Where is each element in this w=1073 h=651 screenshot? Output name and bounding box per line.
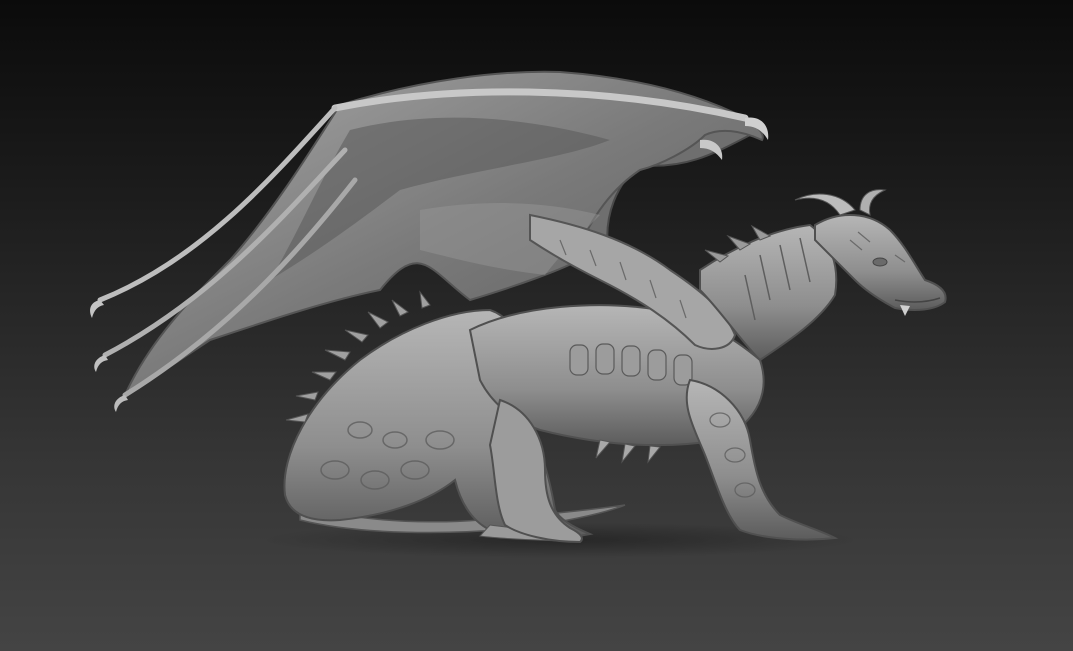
viewport-canvas[interactable] [0,0,1073,651]
dragon-sculpt-render [90,70,947,558]
front-leg [685,378,839,541]
eye [872,257,888,267]
